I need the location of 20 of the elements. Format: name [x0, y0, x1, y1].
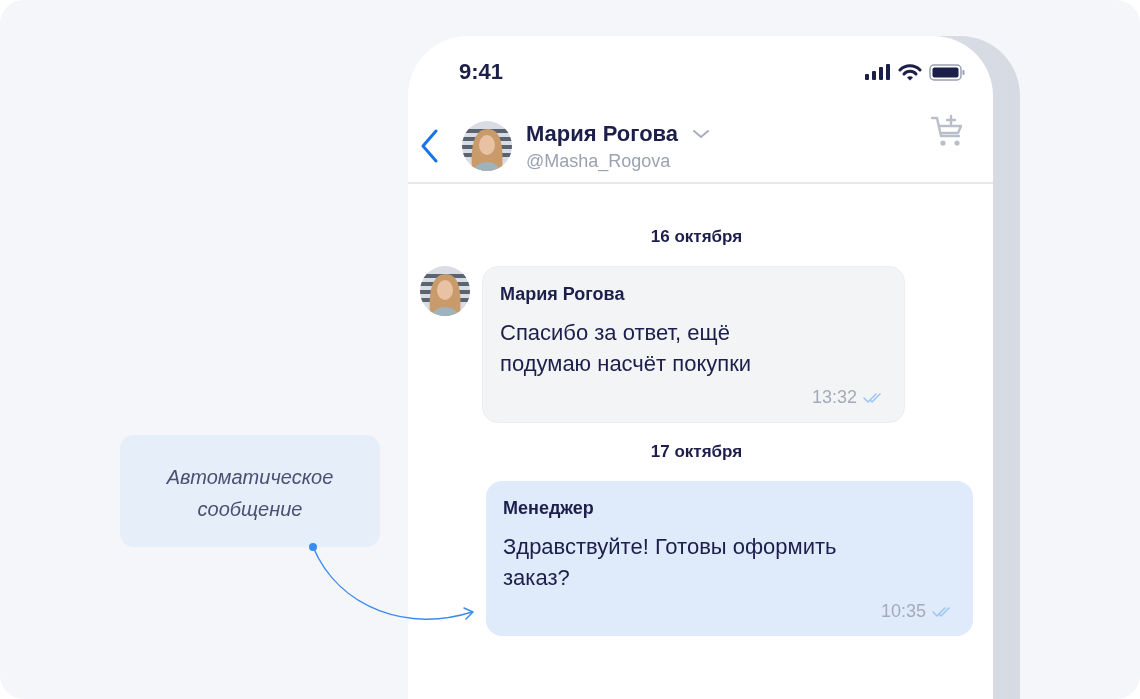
message-text: Здравствуйте! Готовы оформить заказ?: [503, 533, 838, 592]
avatar: [462, 121, 512, 171]
back-button[interactable]: [420, 129, 440, 163]
date-label: 16 октября: [649, 227, 744, 247]
add-to-cart-icon[interactable]: [931, 114, 965, 148]
battery-icon: [929, 63, 965, 81]
avatar: [420, 266, 470, 316]
annotation-note: Автоматическое сообщение: [120, 435, 380, 547]
signal-icon: [865, 64, 891, 80]
wifi-icon: [898, 63, 922, 81]
message-text: Спасибо за ответ, ещё подумаю насчёт покупки: [500, 319, 753, 378]
message-time: 10:35: [880, 601, 926, 622]
chevron-down-icon[interactable]: [692, 128, 711, 139]
sender-name: Менеджер: [503, 498, 595, 519]
status-time: 9:41: [459, 59, 504, 85]
sender-name: Мария Рогова: [500, 284, 626, 305]
contact-handle: @Masha_Rogova: [526, 150, 672, 172]
contact-name: Мария Рогова: [526, 120, 679, 147]
message-time: 13:32: [811, 387, 857, 408]
date-label: 17 октября: [649, 442, 744, 462]
